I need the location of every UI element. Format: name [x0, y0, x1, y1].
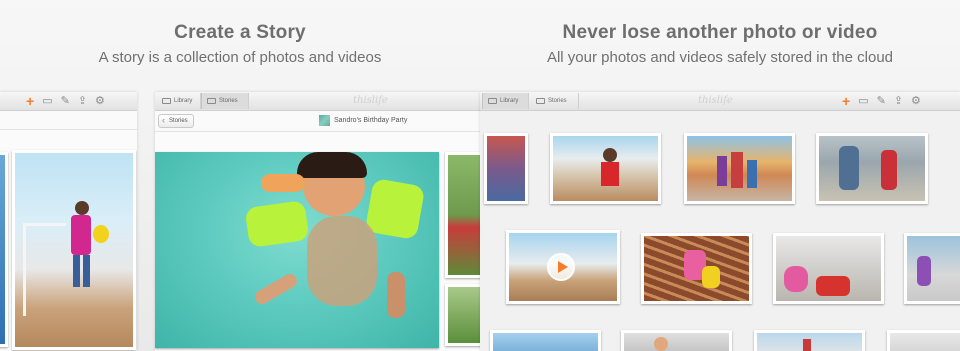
- story-panel: Library Stories thislife Stories Sandro'…: [155, 92, 480, 351]
- play-icon[interactable]: [547, 253, 575, 281]
- left-hero-subtitle: A story is a collection of photos and vi…: [98, 49, 382, 66]
- left-app-panel: + ▭ ✎ ⇪ ⚙: [0, 92, 137, 351]
- video-thumb[interactable]: [506, 230, 620, 304]
- brand-logo-right: thislife: [698, 95, 733, 106]
- slideshow-icon-right[interactable]: ▭: [858, 94, 868, 108]
- story-thumbnail: [319, 115, 330, 126]
- photo-thumb[interactable]: [490, 330, 601, 351]
- share-icon-right[interactable]: ⇪: [894, 94, 903, 108]
- photo-thumb[interactable]: [904, 233, 960, 304]
- right-hero: Never lose another photo or video All yo…: [480, 0, 960, 92]
- stories-icon: [207, 98, 216, 104]
- edit-pencil-icon-right[interactable]: ✎: [877, 94, 886, 108]
- library-panel: Library Stories thislife + ▭ ✎ ⇪ ⚙: [480, 92, 960, 351]
- tab-library-label: Library: [174, 98, 193, 104]
- tab-library-right-label: Library: [500, 98, 519, 104]
- photo-thumb[interactable]: [887, 330, 960, 351]
- tab-library-right[interactable]: Library: [482, 93, 529, 109]
- gear-icon[interactable]: ⚙: [95, 94, 105, 108]
- left-toolbar-icons: + ▭ ✎ ⇪ ⚙: [26, 94, 105, 108]
- photo-party-2[interactable]: [445, 284, 480, 346]
- edit-pencil-icon[interactable]: ✎: [61, 94, 70, 108]
- slideshow-icon[interactable]: ▭: [42, 94, 52, 108]
- back-to-stories-button[interactable]: Stories: [158, 114, 194, 128]
- tab-stories-right[interactable]: Stories: [531, 93, 579, 109]
- share-icon[interactable]: ⇪: [78, 94, 87, 108]
- stories-icon-right: [536, 98, 545, 104]
- story-title-label: Sandro's Birthday Party: [334, 117, 408, 124]
- library-toolbar: Library Stories thislife + ▭ ✎ ⇪ ⚙: [480, 92, 960, 111]
- tab-library[interactable]: Library: [157, 93, 201, 109]
- photo-thumb[interactable]: [550, 133, 661, 204]
- story-toolbar: Library Stories thislife: [155, 92, 480, 111]
- gear-icon-right[interactable]: ⚙: [911, 94, 921, 108]
- photo-thumb[interactable]: [773, 233, 884, 304]
- story-header-bar: Stories Sandro's Birthday Party: [155, 111, 480, 132]
- library-icon-right: [488, 98, 497, 104]
- right-hero-subtitle: All your photos and videos safely stored…: [546, 49, 894, 66]
- tab-stories-right-label: Stories: [548, 98, 567, 104]
- photo-thumb[interactable]: [641, 233, 752, 304]
- photo-left-edge[interactable]: [0, 152, 8, 347]
- tab-stories[interactable]: Stories: [201, 93, 249, 109]
- photo-thumb[interactable]: [684, 133, 795, 204]
- left-hero-title: Create a Story: [174, 22, 306, 43]
- brand-logo: thislife: [353, 95, 388, 106]
- library-icon: [162, 98, 171, 104]
- photo-thumb[interactable]: [754, 330, 865, 351]
- photo-boy-pool[interactable]: [155, 152, 439, 348]
- add-icon[interactable]: +: [26, 94, 34, 108]
- photo-thumb[interactable]: [816, 133, 928, 204]
- photo-party-1[interactable]: [445, 152, 480, 278]
- left-toolbar: + ▭ ✎ ⇪ ⚙: [0, 92, 137, 111]
- add-icon-right[interactable]: +: [842, 94, 850, 108]
- photo-girl-balloon[interactable]: [12, 150, 136, 350]
- photo-thumb[interactable]: [621, 330, 732, 351]
- library-toolbar-icons: + ▭ ✎ ⇪ ⚙: [842, 94, 921, 108]
- story-title: Sandro's Birthday Party: [319, 115, 407, 126]
- tab-stories-label: Stories: [219, 98, 238, 104]
- left-sub-bar: [0, 111, 137, 130]
- photo-thumb[interactable]: [484, 133, 528, 204]
- left-hero: Create a Story A story is a collection o…: [0, 0, 480, 92]
- right-hero-title: Never lose another photo or video: [562, 22, 878, 43]
